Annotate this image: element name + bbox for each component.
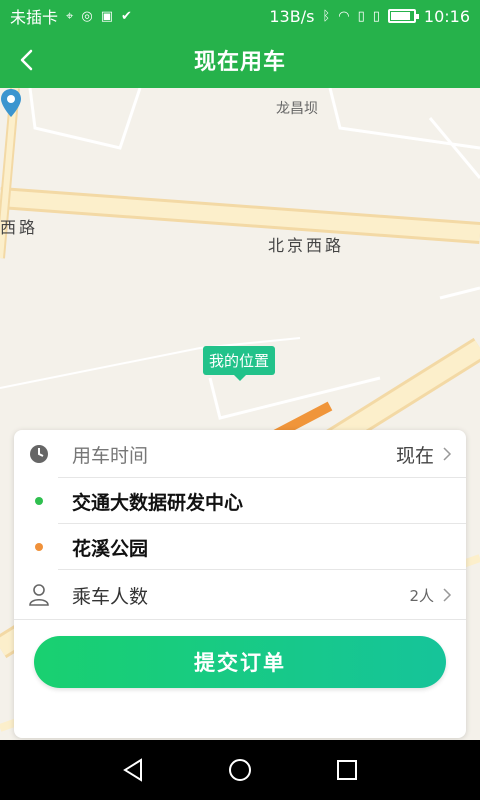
carrier-text: 未插卡 bbox=[10, 8, 59, 27]
passengers-value-group: 2人 bbox=[409, 585, 452, 606]
network-speed: 13B/s bbox=[269, 6, 315, 26]
check-status-icon: ✔ bbox=[120, 8, 132, 24]
time-label: 用车时间 bbox=[72, 444, 149, 467]
time-row[interactable]: 用车时间 现在 bbox=[14, 430, 466, 478]
map-road-label-left: 西路 bbox=[0, 218, 39, 237]
destination-row[interactable]: 花溪公园 bbox=[14, 524, 466, 570]
nav-bar: 现在用车 bbox=[0, 32, 480, 88]
chevron-right-icon bbox=[443, 588, 452, 602]
divider bbox=[14, 619, 466, 620]
sim-icon: ▯ bbox=[357, 8, 365, 24]
map-place-label: 龙昌坝 bbox=[276, 101, 318, 117]
time-value: 现在 bbox=[395, 444, 434, 467]
bluetooth-icon: ᛒ bbox=[322, 8, 331, 24]
sim2-icon: ▯ bbox=[372, 8, 380, 24]
destination-dot-icon bbox=[28, 536, 50, 558]
page-title: 现在用车 bbox=[193, 50, 286, 75]
origin-row[interactable]: 交通大数据研发中心 bbox=[14, 478, 466, 524]
clock: 10:16 bbox=[423, 6, 470, 26]
person-icon bbox=[28, 584, 50, 606]
origin-dot-icon bbox=[28, 490, 50, 512]
wifi-icon: ◠ bbox=[338, 8, 350, 24]
origin-text: 交通大数据研发中心 bbox=[72, 491, 244, 514]
battery-icon bbox=[387, 9, 419, 23]
status-bar: 未插卡 ⌖ ◎ ▣ ✔ 13B/s ᛒ ◠ ▯ ▯ 10:16 bbox=[0, 0, 480, 32]
back-triangle-icon[interactable] bbox=[119, 756, 147, 784]
back-arrow-icon[interactable] bbox=[14, 46, 42, 74]
hotspot-status-icon: ◎ bbox=[81, 8, 93, 24]
submit-order-button[interactable]: 提交订单 bbox=[34, 636, 446, 688]
map-road-label-main: 北京西路 bbox=[268, 236, 345, 255]
my-location-tag: 我的位置 bbox=[203, 346, 276, 381]
image-status-icon: ▣ bbox=[100, 8, 113, 24]
status-right: 13B/s ᛒ ◠ ▯ ▯ 10:16 bbox=[269, 7, 470, 26]
order-card: 用车时间 现在 交通大数据研发中心 花溪公园 乘车人数 2人 提交订单 bbox=[14, 430, 466, 738]
recent-apps-icon[interactable] bbox=[333, 756, 361, 784]
passengers-label: 乘车人数 bbox=[72, 585, 149, 608]
clock-icon bbox=[28, 443, 50, 465]
system-nav-bar bbox=[0, 740, 480, 800]
location-status-icon: ⌖ bbox=[66, 8, 74, 24]
time-value-group: 现在 bbox=[396, 441, 452, 468]
passengers-value: 2人 bbox=[409, 586, 434, 605]
location-pin-icon bbox=[1, 89, 21, 117]
chevron-right-icon bbox=[443, 447, 452, 461]
home-circle-icon[interactable] bbox=[226, 756, 254, 784]
destination-text: 花溪公园 bbox=[72, 537, 149, 560]
status-left: 未插卡 ⌖ ◎ ▣ ✔ bbox=[10, 4, 132, 28]
passengers-row[interactable]: 乘车人数 2人 bbox=[14, 570, 466, 620]
